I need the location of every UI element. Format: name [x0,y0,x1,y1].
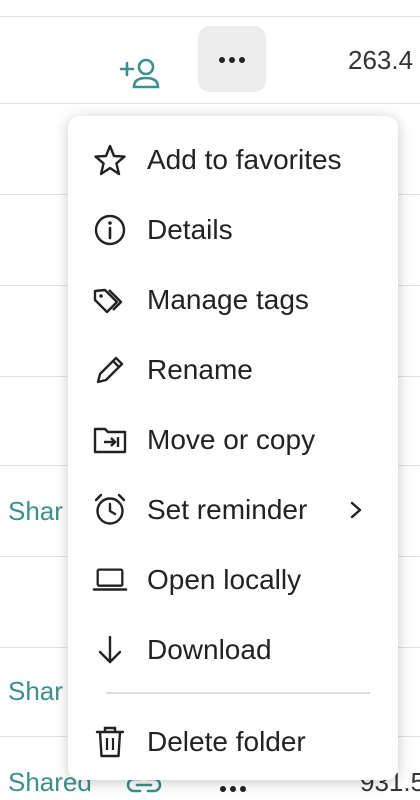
table-row[interactable] [0,0,420,17]
menu-item-label: Manage tags [147,284,309,315]
trash-icon [92,724,128,760]
star-icon [92,142,128,178]
folder-move-icon [92,422,128,458]
menu-item-label: Rename [147,354,253,385]
menu-divider [106,692,370,694]
shared-label[interactable]: Shar [8,496,63,527]
menu-item-label: Details [147,214,233,245]
menu-item-label: Download [147,634,272,665]
add-user-share-icon[interactable] [119,57,161,93]
shared-label[interactable]: Shar [8,676,63,707]
laptop-icon [92,562,128,598]
file-size: 263.4 [348,45,414,75]
menu-item-rename[interactable]: Rename [68,340,398,400]
menu-item-delete-folder[interactable]: Delete folder [68,712,398,772]
chevron-right-icon [350,501,362,519]
menu-item-manage-tags[interactable]: Manage tags [68,270,398,330]
context-menu: Add to favorites Details Manage tags Ren… [68,116,398,780]
table-row[interactable]: 263.4 [0,17,420,104]
menu-item-label: Move or copy [147,424,316,455]
arrow-down-icon [92,632,128,668]
menu-item-download[interactable]: Download [68,620,398,680]
menu-item-label: Delete folder [147,726,306,757]
menu-item-add-to-favorites[interactable]: Add to favorites [68,130,398,190]
menu-item-label: Add to favorites [147,144,342,175]
menu-item-label: Open locally [147,564,302,595]
menu-item-label: Set reminder [147,494,308,525]
alarm-clock-icon [92,492,128,528]
more-icon [217,50,247,68]
more-actions-button[interactable] [198,26,266,92]
pencil-icon [92,352,128,388]
menu-item-set-reminder[interactable]: Set reminder [68,480,398,540]
info-icon [92,212,128,248]
more-icon[interactable] [218,779,248,797]
menu-item-open-locally[interactable]: Open locally [68,550,398,610]
menu-item-move-or-copy[interactable]: Move or copy [68,410,398,470]
tag-icon [92,282,128,318]
files-view: 263.4 3.3 .6 3.5 56 Shar 2 .4 Shar .8 Sh… [0,0,420,800]
menu-item-details[interactable]: Details [68,200,398,260]
